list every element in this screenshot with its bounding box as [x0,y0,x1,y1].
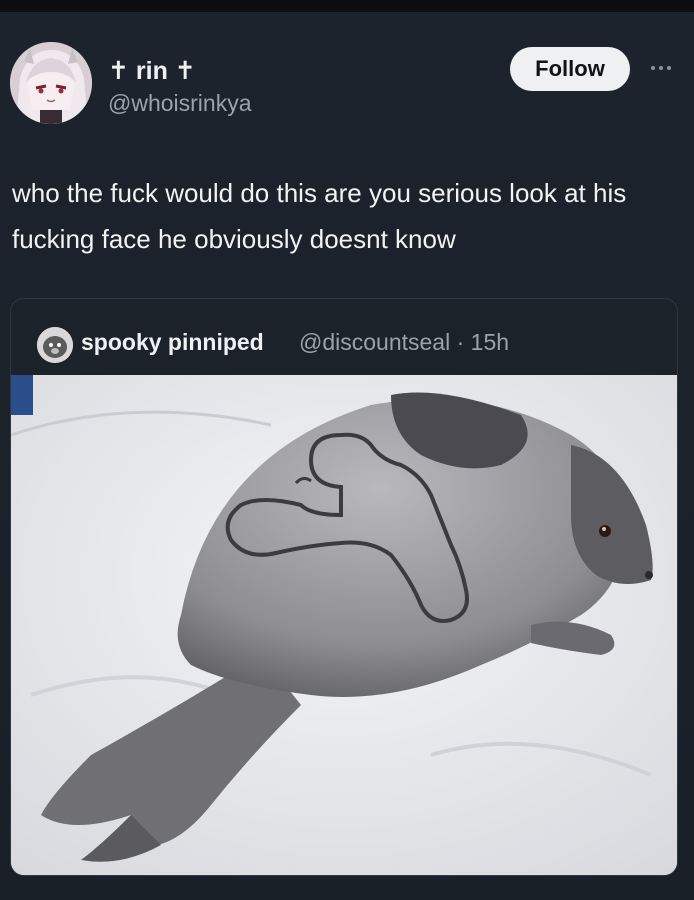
quoted-post-header: spooky pinniped @discountseal · 15h [11,299,677,375]
top-edge [0,0,694,12]
author-handle[interactable]: @whoisrinkya [108,90,252,117]
quoted-post[interactable]: spooky pinniped @discountseal · 15h [10,298,678,876]
quoted-author-meta: @discountseal · 15h [299,329,509,356]
quoted-post-media[interactable] [11,375,677,875]
quoted-author-display-name[interactable]: spooky pinniped [81,329,264,356]
author-avatar[interactable] [10,42,92,124]
follow-button[interactable]: Follow [510,47,630,91]
post-text: who the fuck would do this are you serio… [12,178,627,254]
author-display-name[interactable]: ✝ rin ✝ [108,56,196,86]
seal-photo-image [11,375,677,875]
anime-avatar-icon [10,42,92,124]
quoted-post-time[interactable]: 15h [471,329,509,355]
meta-separator: · [456,329,471,355]
quoted-author-avatar[interactable] [37,327,73,363]
seal-avatar-icon [37,327,73,363]
quoted-author-handle[interactable]: @discountseal [299,329,450,355]
more-dots-icon[interactable] [644,56,678,80]
